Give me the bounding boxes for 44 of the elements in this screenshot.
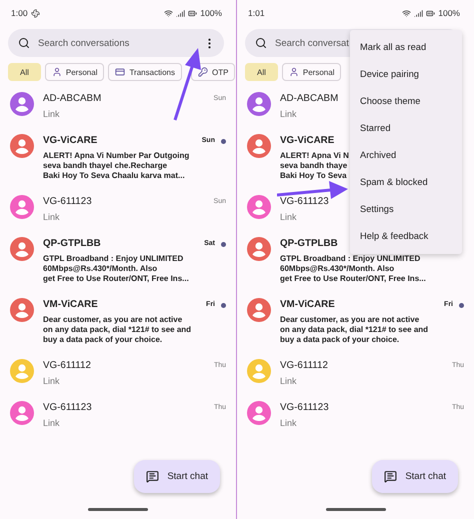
sender-name: VG-ViCARE	[280, 134, 334, 148]
message-preview: Baki Hoy To Seva Chaalu karva mat...	[43, 171, 185, 181]
message-preview: Link	[280, 212, 297, 223]
sender-name: VG-611112	[280, 359, 328, 373]
sender-name: VG-611123	[280, 401, 329, 415]
message-preview: on any data pack, dial *121# to see and	[280, 325, 428, 335]
sender-name: VG-611123	[280, 195, 329, 209]
message-preview: buy a data pack of your choice.	[43, 335, 162, 345]
status-time: 1:01	[248, 8, 265, 18]
message-preview: on any data pack, dial *121# to see and	[43, 325, 192, 335]
message-preview: Baki Hoy To Seva	[280, 171, 347, 181]
message-preview: Link	[43, 418, 60, 429]
battery-level: 100%	[438, 8, 460, 18]
status-time: 1:00	[11, 8, 28, 18]
sender-name: VG-611112	[43, 359, 91, 373]
message-preview: GTPL Broadband : Enjoy UNLIMITED	[43, 254, 184, 264]
message-preview: buy a data pack of your choice.	[280, 335, 400, 345]
sender-name: VM-ViCARE	[43, 298, 98, 312]
message-preview: seva bandh thaye	[280, 161, 348, 171]
sender-name: VG-611123	[43, 195, 92, 209]
message-preview: 60Mbps@Rs.430*/Month. Also	[43, 264, 158, 274]
message-preview: get Free to Use Router/ONT, Free Ins...	[280, 274, 426, 284]
message-preview: ALERT! Apna Vi Number Par Outgoing	[43, 151, 190, 161]
message-preview: get Free to Use Router/ONT, Free Ins...	[43, 274, 189, 284]
sender-name: VM-ViCARE	[280, 298, 335, 312]
message-preview: GTPL Broadband : Enjoy UNLIMITED	[280, 254, 420, 264]
sender-name: AD-ABCABM	[43, 92, 102, 106]
message-preview: 60Mbps@Rs.430*/Month. Also	[280, 264, 394, 274]
battery-level: 100%	[200, 8, 222, 18]
sender-name: QP-GTPLBB	[43, 237, 101, 251]
sender-name: QP-GTPLBB	[280, 237, 338, 251]
message-preview: Link	[43, 212, 60, 223]
message-preview: Link	[43, 376, 60, 387]
message-preview: Link	[280, 109, 297, 120]
message-preview: Link	[280, 418, 297, 429]
message-preview: Dear customer, as you are not active	[43, 315, 182, 325]
message-preview: seva bandh thayel che.Recharge	[43, 161, 168, 171]
message-preview: ALERT! Apna Vi N	[280, 151, 349, 161]
sender-name: AD-ABCABM	[280, 92, 338, 106]
sender-name: VG-ViCARE	[43, 134, 98, 148]
message-preview: Link	[43, 109, 60, 120]
message-preview: Link	[280, 376, 297, 387]
sender-name: VG-611123	[43, 401, 92, 415]
message-preview: Dear customer, as you are not active	[280, 315, 420, 325]
